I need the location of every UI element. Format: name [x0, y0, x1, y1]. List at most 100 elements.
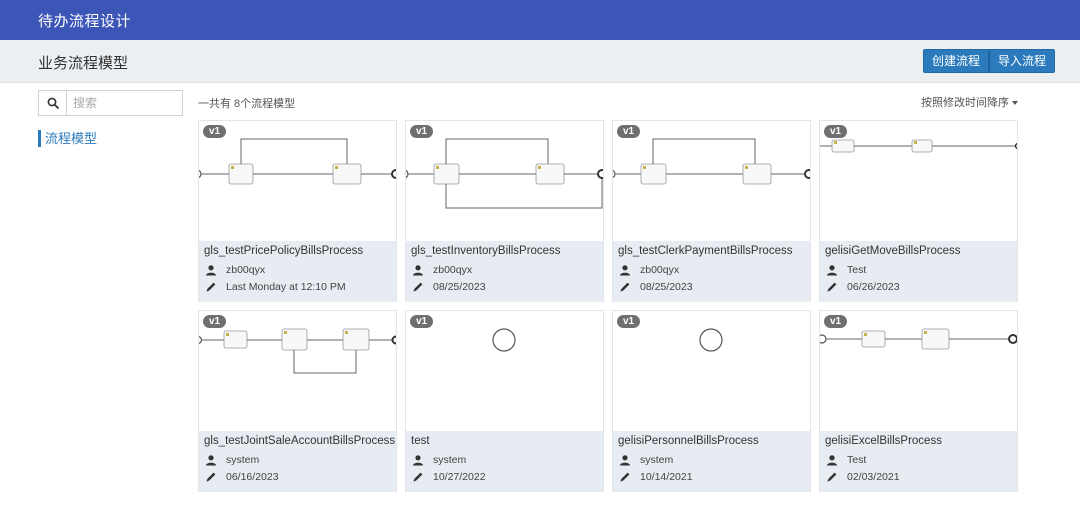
search-input[interactable]: [67, 91, 182, 115]
modified-date: 08/25/2023: [433, 281, 486, 293]
owner-name: Test: [847, 454, 867, 466]
process-owner: zb00qyx: [205, 264, 265, 276]
pencil-icon: [206, 282, 216, 292]
process-card[interactable]: v1 gelisiGetMoveBillsProcess Test 06/26/…: [819, 120, 1018, 302]
version-badge: v1: [203, 125, 227, 138]
card-info: gls_testJointSaleAccountBillsProcess sys…: [199, 431, 396, 492]
pencil-icon: [827, 472, 837, 482]
pencil-icon: [620, 472, 630, 482]
card-info: gelisiExcelBillsProcess Test 02/03/2021: [820, 431, 1017, 492]
page-title: 业务流程模型: [38, 55, 129, 72]
card-info: gelisiGetMoveBillsProcess Test 06/26/202…: [820, 241, 1017, 302]
process-owner: Test: [826, 454, 866, 466]
user-icon: [206, 265, 216, 276]
process-diagram: [820, 328, 1017, 350]
version-badge: v1: [203, 315, 227, 328]
process-diagram-preview: [613, 121, 810, 241]
process-name: gls_testPricePolicyBillsProcess: [204, 245, 364, 257]
process-diagram-preview: [199, 121, 396, 241]
user-icon: [620, 455, 630, 466]
owner-name: system: [640, 454, 674, 466]
process-modified: Last Monday at 12:10 PM: [205, 281, 346, 293]
process-card[interactable]: v1 gls_testClerkPaymentBillsProcess zb00…: [612, 120, 811, 302]
process-name: gls_testClerkPaymentBillsProcess: [618, 245, 793, 257]
version-badge: v1: [617, 125, 641, 138]
pencil-icon: [206, 472, 216, 482]
import-process-button[interactable]: 导入流程: [989, 49, 1056, 73]
process-diagram-preview: [820, 311, 1017, 431]
process-modified: 10/27/2022: [412, 471, 486, 483]
process-modified: 10/14/2021: [619, 471, 693, 483]
card-info: gls_testClerkPaymentBillsProcess zb00qyx…: [613, 241, 810, 302]
card-info: gls_testPricePolicyBillsProcess zb00qyx …: [199, 241, 396, 302]
process-diagram-preview: [820, 121, 1017, 241]
process-diagram: [699, 328, 723, 352]
header-actions: 创建流程 导入流程: [923, 49, 1056, 73]
process-card[interactable]: v1 gelisiPersonnelBillsProcess system 10…: [612, 310, 811, 492]
process-owner: Test: [826, 264, 866, 276]
user-icon: [413, 265, 423, 276]
user-icon: [206, 455, 216, 466]
process-modified: 08/25/2023: [412, 281, 486, 293]
search-icon: [47, 97, 59, 109]
search-box: [38, 90, 183, 116]
create-process-button[interactable]: 创建流程: [923, 49, 990, 73]
modified-date: 10/14/2021: [640, 471, 693, 483]
process-name: test: [411, 435, 430, 447]
start-event-icon: [492, 328, 516, 352]
process-diagram: [406, 138, 603, 209]
process-card[interactable]: v1 test system 10/27/2022: [405, 310, 604, 492]
sort-dropdown[interactable]: 按照修改时间降序: [921, 94, 1018, 110]
user-icon: [620, 265, 630, 276]
sort-label: 按照修改时间降序: [921, 97, 1009, 109]
process-modified: 08/25/2023: [619, 281, 693, 293]
pencil-icon: [413, 472, 423, 482]
card-info: gls_testInventoryBillsProcess zb00qyx 08…: [406, 241, 603, 302]
process-diagram-preview: [613, 311, 810, 431]
version-badge: v1: [410, 315, 434, 328]
app-title: 待办流程设计: [38, 13, 132, 30]
modified-date: 02/03/2021: [847, 471, 900, 483]
process-name: gelisiExcelBillsProcess: [825, 435, 942, 447]
user-icon: [827, 265, 837, 276]
modified-date: 08/25/2023: [640, 281, 693, 293]
process-card[interactable]: v1 gls_testPricePolicyBillsProcess zb00q…: [198, 120, 397, 302]
start-event-icon: [699, 328, 723, 352]
process-diagram: [613, 138, 810, 185]
process-owner: zb00qyx: [619, 264, 679, 276]
process-owner: system: [412, 454, 466, 466]
modified-date: Last Monday at 12:10 PM: [226, 281, 346, 293]
pencil-icon: [620, 282, 630, 292]
process-modified: 06/26/2023: [826, 281, 900, 293]
process-card[interactable]: v1 gls_testInventoryBillsProcess zb00qyx…: [405, 120, 604, 302]
process-card[interactable]: v1 gelisiExcelBillsProcess Test 02/03/20…: [819, 310, 1018, 492]
user-icon: [413, 455, 423, 466]
modified-date: 10/27/2022: [433, 471, 486, 483]
process-card[interactable]: v1 gls_testJointSaleAccountBillsProcess …: [198, 310, 397, 492]
owner-name: zb00qyx: [433, 264, 473, 276]
pencil-icon: [827, 282, 837, 292]
owner-name: Test: [847, 264, 867, 276]
process-diagram-preview: [406, 121, 603, 241]
process-owner: zb00qyx: [412, 264, 472, 276]
version-badge: v1: [824, 315, 848, 328]
page-header: 业务流程模型: [0, 40, 1080, 83]
caret-down-icon: [1012, 101, 1018, 106]
process-diagram: [820, 139, 1017, 153]
modified-date: 06/16/2023: [226, 471, 279, 483]
search-button[interactable]: [39, 91, 67, 115]
process-modified: 02/03/2021: [826, 471, 900, 483]
process-diagram-preview: [406, 311, 603, 431]
modified-date: 06/26/2023: [847, 281, 900, 293]
owner-name: system: [226, 454, 260, 466]
card-info: test system 10/27/2022: [406, 431, 603, 492]
process-diagram: [199, 328, 396, 374]
process-owner: system: [205, 454, 259, 466]
process-diagram: [199, 138, 396, 185]
pencil-icon: [413, 282, 423, 292]
sidebar-item-process-models[interactable]: 流程模型: [38, 130, 97, 147]
process-modified: 06/16/2023: [205, 471, 279, 483]
version-badge: v1: [410, 125, 434, 138]
process-name: gelisiPersonnelBillsProcess: [618, 435, 759, 447]
process-owner: system: [619, 454, 673, 466]
